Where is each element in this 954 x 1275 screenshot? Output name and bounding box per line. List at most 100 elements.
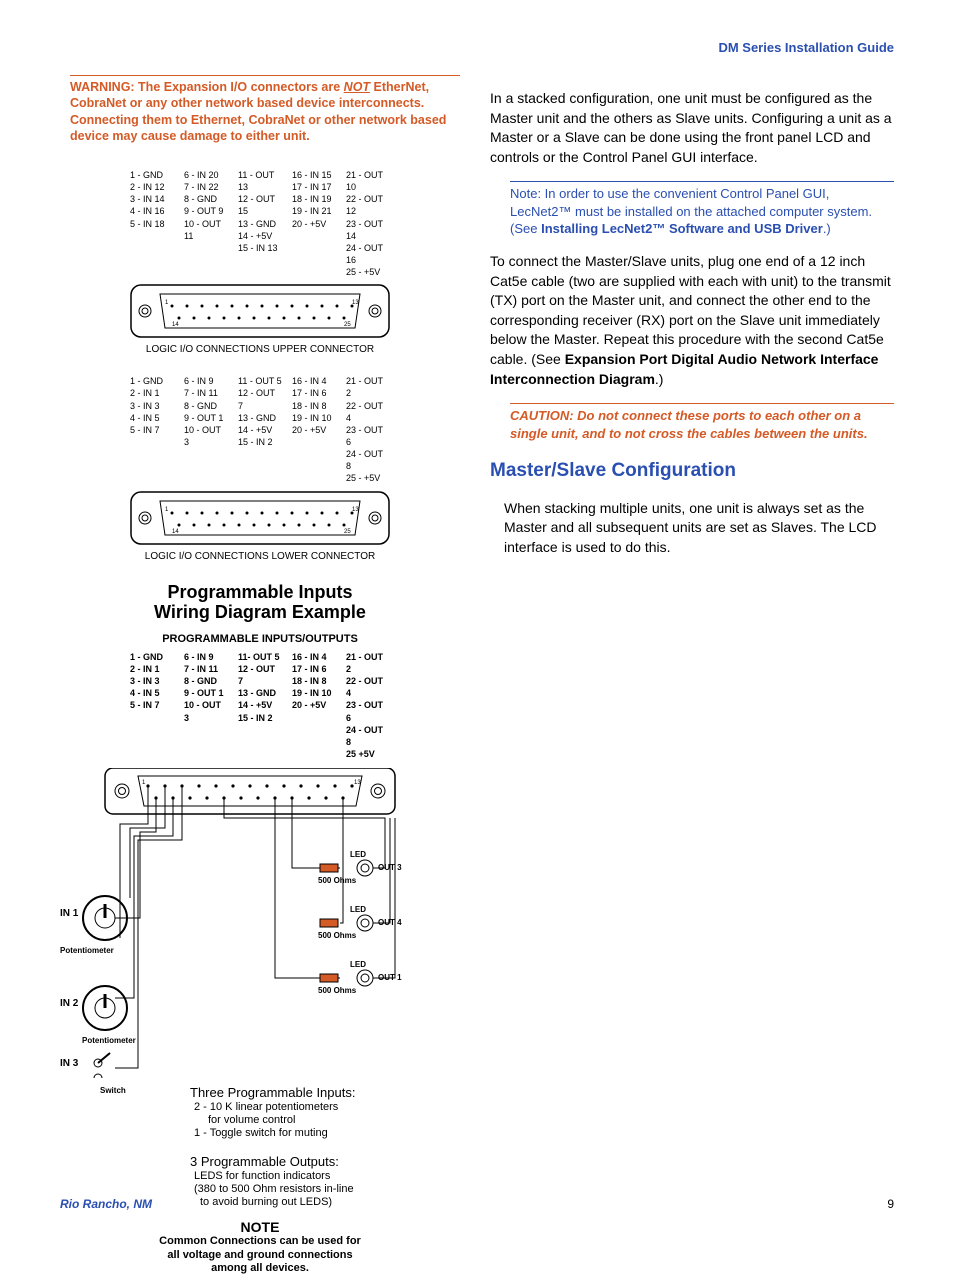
upper-pin-table: 1 - GND 2 - IN 12 3 - IN 14 4 - IN 16 5 … — [130, 169, 390, 278]
svg-text:1: 1 — [165, 300, 169, 306]
label-in3: IN 3 — [60, 1058, 78, 1069]
pin: 5 - IN 7 — [130, 699, 174, 711]
left-column: WARNING: The Expansion I/O connectors ar… — [60, 75, 460, 1275]
svg-text:14: 14 — [172, 322, 179, 328]
label-in2: IN 2 — [60, 998, 78, 1009]
warning-prefix: WARNING: The Expansion I/O connectors ar… — [70, 80, 344, 94]
pin: 21 - OUT 2 — [346, 651, 390, 675]
pin: 7 - IN 11 — [184, 663, 228, 675]
pin: 22 - OUT 4 — [346, 675, 390, 699]
pin: 4 - IN 5 — [130, 412, 174, 424]
example-pin-table: 1 - GND 2 - IN 1 3 - IN 3 4 - IN 5 5 - I… — [130, 651, 390, 760]
pin: 7 - IN 22 — [184, 181, 228, 193]
pin: 9 - OUT 9 — [184, 205, 228, 217]
footer-left: Rio Rancho, NM — [60, 1197, 152, 1211]
label-out1: OUT 1 — [378, 973, 402, 982]
pin: 21 - OUT 2 — [346, 375, 390, 399]
svg-text:25: 25 — [344, 529, 351, 535]
page-header: DM Series Installation Guide — [60, 40, 894, 55]
label-res: 500 Ohms — [318, 931, 356, 940]
svg-text:25: 25 — [344, 322, 351, 328]
pin: 23 - OUT 6 — [346, 699, 390, 723]
pin: 18 - IN 8 — [292, 400, 336, 412]
right-p2: To connect the Master/Slave units, plug … — [490, 252, 894, 389]
pin: 8 - GND — [184, 675, 228, 687]
wiring-diagram: 113 — [60, 768, 460, 1081]
pin: 6 - IN 20 — [184, 169, 228, 181]
section-title: Programmable Inputs Wiring Diagram Examp… — [60, 582, 460, 623]
pin: 4 - IN 16 — [130, 205, 174, 217]
pin: 22 - OUT 4 — [346, 400, 390, 424]
warning-box: WARNING: The Expansion I/O connectors ar… — [70, 75, 460, 144]
pin: 10 - OUT 3 — [184, 699, 228, 723]
pin: 8 - GND — [184, 193, 228, 205]
pin: 23 - OUT 6 — [346, 424, 390, 448]
pin: 24 - OUT 8 — [346, 724, 390, 748]
pin: 2 - IN 1 — [130, 387, 174, 399]
pin: 20 - +5V — [292, 424, 336, 436]
lower-pin-table: 1 - GND 2 - IN 1 3 - IN 3 4 - IN 5 5 - I… — [130, 375, 390, 484]
label-led: LED — [350, 850, 366, 859]
pin: 17 - IN 6 — [292, 663, 336, 675]
pin: 21 - OUT 10 — [346, 169, 390, 193]
pin: 24 - OUT 8 — [346, 448, 390, 472]
label-res: 500 Ohms — [318, 876, 356, 885]
pin: 6 - IN 9 — [184, 375, 228, 387]
pin: 19 - IN 10 — [292, 412, 336, 424]
right-p3: When stacking multiple units, one unit i… — [504, 499, 894, 558]
pin: 16 - IN 15 — [292, 169, 336, 181]
pin: 15 - IN 13 — [238, 242, 282, 254]
pin: 11 - OUT 5 — [238, 375, 282, 387]
pin: 15 - IN 2 — [238, 436, 282, 448]
inputs-description: Three Programmable Inputs: 2 - 10 K line… — [190, 1085, 460, 1140]
lower-caption: LOGIC I/O CONNECTIONS LOWER CONNECTOR — [60, 551, 460, 562]
pin: 1 - GND — [130, 169, 174, 181]
right-p1: In a stacked configuration, one unit mus… — [490, 89, 894, 167]
pin: 5 - IN 7 — [130, 424, 174, 436]
pin: 10 - OUT 3 — [184, 424, 228, 448]
pin: 9 - OUT 1 — [184, 412, 228, 424]
pin: 25 - +5V — [346, 266, 390, 278]
pin: 13 - GND — [238, 218, 282, 230]
pin: 14 - +5V — [238, 230, 282, 242]
pin: 3 - IN 3 — [130, 675, 174, 687]
pin: 15 - IN 2 — [238, 712, 282, 724]
label-in1: IN 1 — [60, 908, 78, 919]
connector-db25-upper: 113 1425 — [130, 284, 390, 338]
pin: 2 - IN 12 — [130, 181, 174, 193]
label-pot1: Potentiometer — [60, 946, 114, 955]
section-subtitle: PROGRAMMABLE INPUTS/OUTPUTS — [60, 633, 460, 645]
pin: 16 - IN 4 — [292, 375, 336, 387]
caution-box: CAUTION: Do not connect these ports to e… — [510, 403, 894, 442]
footer-page: 9 — [887, 1197, 894, 1211]
page-footer: Rio Rancho, NM 9 — [60, 1197, 894, 1211]
pin: 19 - IN 10 — [292, 687, 336, 699]
common-note: NOTE Common Connections can be used for … — [60, 1219, 460, 1275]
warning-not: NOT — [344, 80, 370, 94]
pin: 12 - OUT 7 — [238, 663, 282, 687]
pin: 19 - IN 21 — [292, 205, 336, 217]
pin: 10 - OUT 11 — [184, 218, 228, 242]
label-led: LED — [350, 960, 366, 969]
label-res: 500 Ohms — [318, 986, 356, 995]
right-column: In a stacked configuration, one unit mus… — [490, 75, 894, 1275]
upper-caption: LOGIC I/O CONNECTIONS UPPER CONNECTOR — [60, 344, 460, 355]
label-pot2: Potentiometer — [82, 1036, 136, 1045]
pin: 24 - OUT 16 — [346, 242, 390, 266]
label-out3: OUT 3 — [378, 863, 402, 872]
pin: 3 - IN 14 — [130, 193, 174, 205]
note-box: Note: In order to use the convenient Con… — [510, 181, 894, 238]
label-led: LED — [350, 905, 366, 914]
pin: 13 - GND — [238, 687, 282, 699]
label-out4: OUT 4 — [378, 918, 402, 927]
pin: 12 - OUT 7 — [238, 387, 282, 411]
svg-text:1: 1 — [142, 780, 146, 786]
pin: 25 - +5V — [346, 472, 390, 484]
header-title: DM Series Installation Guide — [718, 40, 894, 55]
pin: 20 - +5V — [292, 218, 336, 230]
pin: 4 - IN 5 — [130, 687, 174, 699]
master-slave-heading: Master/Slave Configuration — [490, 458, 894, 485]
pin: 2 - IN 1 — [130, 663, 174, 675]
pin: 11- OUT 5 — [238, 651, 282, 663]
pin: 18 - IN 8 — [292, 675, 336, 687]
